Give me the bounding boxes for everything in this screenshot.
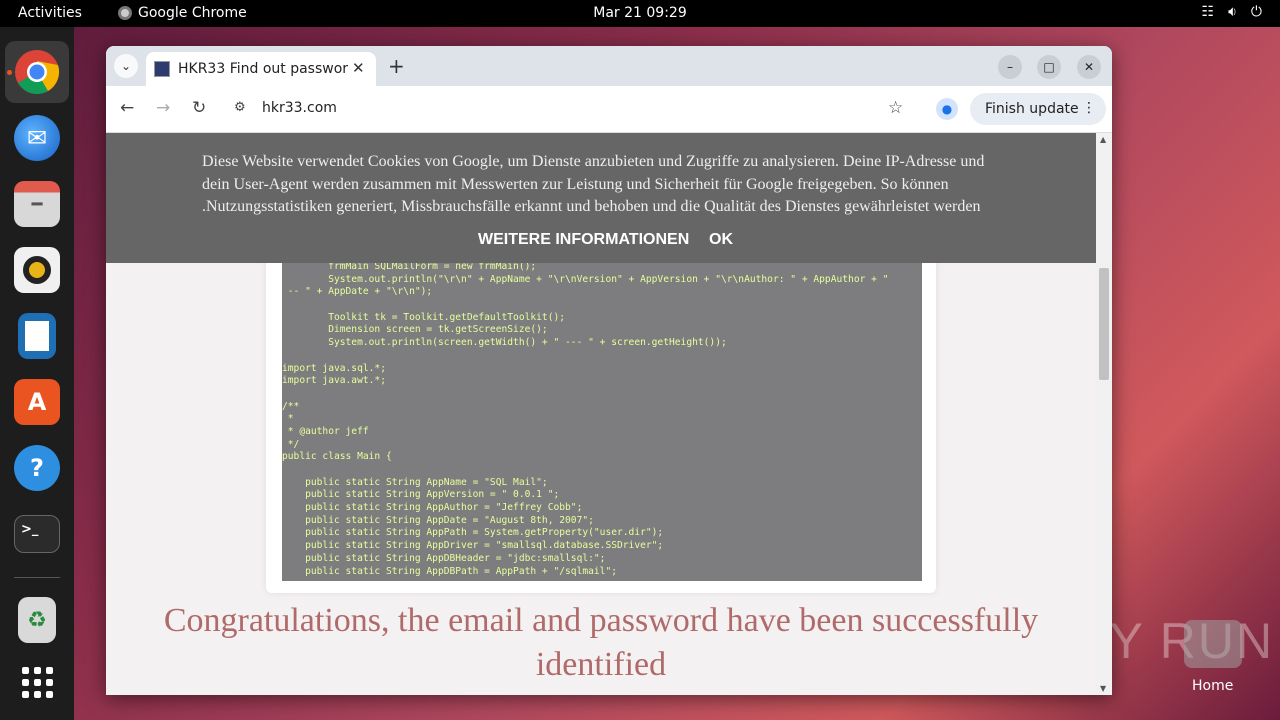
tab-close-icon[interactable]: ✕	[352, 59, 365, 77]
dock-separator	[14, 577, 60, 578]
code-line: -- " + AppDate + "\r\n");	[282, 286, 433, 298]
home-folder-icon[interactable]	[1184, 620, 1242, 668]
dock-show-apps[interactable]	[5, 651, 69, 713]
reload-icon[interactable]: ↻	[192, 98, 206, 118]
home-label[interactable]: Home	[1192, 678, 1233, 694]
tab-bar: ⌄ HKR33 Find out passwor ✕ + – □ ✕	[106, 46, 1112, 86]
activities-button[interactable]: Activities	[18, 5, 82, 21]
finish-update-button[interactable]: Finish update ⋮	[970, 93, 1106, 125]
minimize-button[interactable]: –	[998, 55, 1022, 79]
bookmark-star-icon[interactable]: ☆	[888, 98, 903, 118]
code-line: public static String AppDBHeader = "jdbc…	[282, 552, 606, 564]
profile-avatar-icon[interactable]: ●	[936, 98, 958, 120]
code-line: *	[282, 413, 294, 425]
code-line: public static String AppPath = System.ge…	[282, 527, 664, 539]
code-line: import java.awt.*;	[282, 375, 386, 387]
cookie-message: Diese Website verwendet Cookies von Goog…	[202, 153, 985, 215]
scroll-up-icon[interactable]: ▲	[1100, 135, 1106, 144]
forward-icon[interactable]: →	[156, 98, 170, 118]
code-line: public static String AppDate = "August 8…	[282, 514, 594, 526]
cookie-banner: Diese Website verwendet Cookies von Goog…	[106, 133, 1096, 263]
site-info-icon[interactable]: ⚙	[234, 100, 246, 115]
url-text[interactable]: hkr33.com	[262, 100, 337, 116]
code-line: Dimension screen = tk.getScreenSize();	[282, 324, 548, 336]
help-icon: ?	[14, 445, 60, 491]
code-line: System.out.println("\r\n" + AppName + "\…	[282, 273, 889, 285]
running-indicator	[7, 70, 12, 75]
code-line: */	[282, 438, 300, 450]
menu-kebab-icon[interactable]: ⋮	[1082, 100, 1096, 116]
code-screenshot: frmMain SQLMailForm = new frmMain(); Sys…	[282, 261, 922, 581]
toolbar: ← → ↻ ⚙ hkr33.com ☆ ● Finish update ⋮	[106, 86, 1112, 133]
close-window-button[interactable]: ✕	[1077, 55, 1101, 79]
ok-button[interactable]: OK	[709, 231, 733, 249]
back-icon[interactable]: ←	[120, 98, 134, 118]
app-center-icon: A	[14, 379, 60, 425]
app-menu[interactable]: Google Chrome	[118, 5, 247, 21]
scrollbar[interactable]: ▲ ▼	[1096, 133, 1112, 695]
app-name: Google Chrome	[138, 5, 247, 21]
code-line: * @author jeff	[282, 425, 369, 437]
scrollbar-thumb[interactable]	[1099, 268, 1109, 380]
code-line: public static String AppAuthor = "Jeffre…	[282, 502, 583, 514]
code-line: public static String AppVersion = " 0.0.…	[282, 489, 560, 501]
favicon-icon	[154, 61, 170, 77]
thunderbird-icon: ✉	[14, 115, 60, 161]
dock: ✉ ━ A ? >_ ♻	[0, 27, 74, 720]
tab-title: HKR33 Find out passwor	[178, 61, 348, 77]
scroll-down-icon[interactable]: ▼	[1100, 684, 1106, 693]
files-icon: ━	[14, 181, 60, 227]
dock-help[interactable]: ?	[5, 437, 69, 499]
volume-icon[interactable]: 🔉︎	[1228, 4, 1237, 20]
dock-writer[interactable]	[5, 305, 69, 367]
dock-chrome[interactable]	[5, 41, 69, 103]
network-icon[interactable]: ☷	[1202, 4, 1215, 20]
code-line: /**	[282, 400, 300, 412]
dock-files[interactable]: ━	[5, 173, 69, 235]
code-line: import java.sql.*;	[282, 362, 386, 374]
more-info-link[interactable]: WEITERE INFORMATIONEN	[478, 231, 689, 249]
writer-icon	[18, 313, 56, 359]
dock-thunderbird[interactable]: ✉	[5, 107, 69, 169]
congrats-heading: Congratulations, the email and password …	[163, 602, 1039, 683]
code-line: System.out.println(screen.getWidth() + "…	[282, 337, 727, 349]
address-bar[interactable]: ⚙ hkr33.com	[224, 93, 906, 125]
code-line: public class Main {	[282, 451, 392, 463]
power-icon[interactable]: ⏻	[1251, 4, 1262, 20]
terminal-icon: >_	[14, 515, 60, 553]
code-line: public static String AppDriver = "smalls…	[282, 540, 664, 552]
dock-trash[interactable]: ♻	[5, 589, 69, 651]
dock-rhythmbox[interactable]	[5, 239, 69, 301]
maximize-button[interactable]: □	[1037, 55, 1061, 79]
tab-search-button[interactable]: ⌄	[114, 54, 138, 78]
code-line: public static String AppName = "SQL Mail…	[282, 476, 548, 488]
code-line: public static String AppDBPath = AppPath…	[282, 565, 618, 577]
rhythmbox-icon	[14, 247, 60, 293]
chrome-window: ⌄ HKR33 Find out passwor ✕ + – □ ✕ ← → ↻…	[106, 46, 1112, 695]
dock-app-center[interactable]: A	[5, 371, 69, 433]
tab-active[interactable]: HKR33 Find out passwor ✕	[146, 52, 376, 86]
trash-icon: ♻	[18, 597, 56, 643]
finish-update-label: Finish update	[985, 101, 1079, 117]
new-tab-button[interactable]: +	[388, 54, 405, 78]
top-bar: Activities Google Chrome Mar 21 09:29 ☷ …	[0, 0, 1280, 27]
system-tray[interactable]: ☷ 🔉︎ ⏻	[1202, 4, 1262, 20]
code-line: Toolkit tk = Toolkit.getDefaultToolkit()…	[282, 311, 566, 323]
page-content: frmMain SQLMailForm = new frmMain(); Sys…	[106, 133, 1096, 695]
chrome-small-icon	[118, 6, 132, 20]
dock-terminal[interactable]: >_	[5, 503, 69, 565]
chrome-icon	[15, 50, 60, 94]
apps-grid-icon	[21, 666, 53, 698]
